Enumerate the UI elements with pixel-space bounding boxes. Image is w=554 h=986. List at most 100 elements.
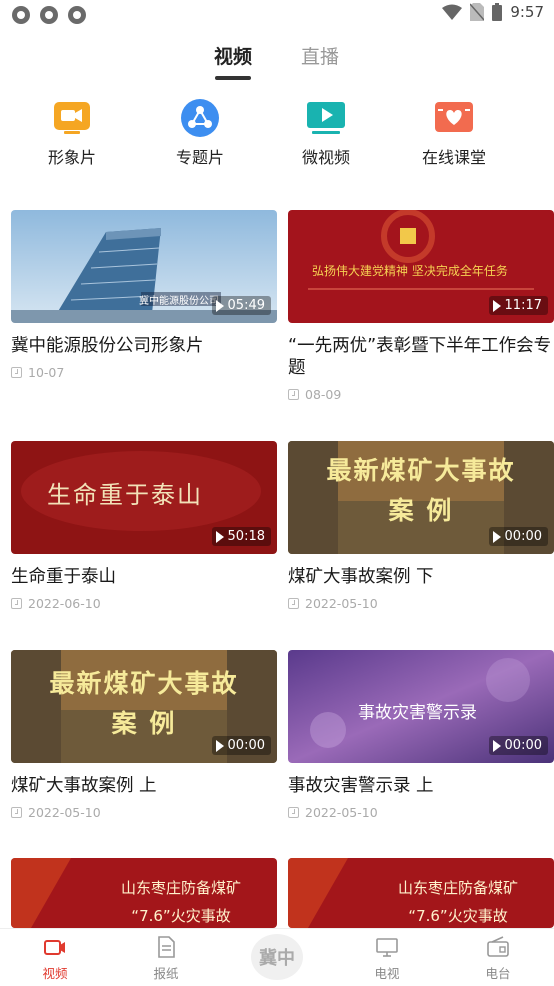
nav-label: 视频 xyxy=(42,966,68,981)
top-tab-bar: 视频 直播 xyxy=(0,36,554,86)
tab-live[interactable]: 直播 xyxy=(301,42,339,69)
video-card[interactable]: 冀中能源股份公司 05:49 冀中能源股份公司形象片 10-07 xyxy=(11,210,277,380)
video-date: 2022-05-10 xyxy=(288,596,554,611)
video-date: 08-09 xyxy=(288,387,554,402)
nav-label: 电视 xyxy=(374,966,400,981)
thumbnail-caption: 最新煤矿大事故 案 例 xyxy=(326,456,516,525)
battery-icon xyxy=(492,3,503,21)
calendar-icon xyxy=(288,389,299,400)
date-text: 2022-05-10 xyxy=(28,805,101,820)
duration-badge: 11:17 xyxy=(488,296,548,315)
app-notification-icon xyxy=(40,6,58,24)
play-icon xyxy=(492,299,501,312)
video-thumbnail[interactable]: 山东枣庄防备煤矿 “7.6”火灾事故 xyxy=(11,858,277,928)
video-date: 2022-05-10 xyxy=(11,805,277,820)
video-card[interactable]: 弘扬伟大建党精神 坚决完成全年任务 11:17 “一先两优”表彰暨下半年工作会专… xyxy=(288,210,554,402)
app-notification-icon xyxy=(12,6,30,24)
thumbnail-caption: 生命重于泰山 xyxy=(47,481,203,509)
video-card[interactable]: 山东枣庄防备煤矿 “7.6”火灾事故 xyxy=(11,858,277,928)
tab-video[interactable]: 视频 xyxy=(214,42,252,69)
video-title[interactable]: 生命重于泰山 xyxy=(11,566,277,588)
category-row: 形象片 专题片 微视频 在线课堂 xyxy=(0,98,554,168)
video-date: 10-07 xyxy=(11,365,277,380)
date-text: 2022-06-10 xyxy=(28,596,101,611)
thumbnail-caption: 弘扬伟大建党精神 坚决完成全年任务 xyxy=(312,264,508,278)
category-label: 微视频 xyxy=(301,148,350,167)
date-text: 2022-05-10 xyxy=(305,596,378,611)
nav-tv[interactable]: 电视 xyxy=(352,935,422,982)
video-title[interactable]: “一先两优”表彰暨下半年工作会专题 xyxy=(288,335,554,379)
video-date: 2022-05-10 xyxy=(288,805,554,820)
camera-icon xyxy=(54,102,90,134)
duration-text: 05:49 xyxy=(227,298,265,313)
play-icon xyxy=(492,530,501,543)
category-label: 形象片 xyxy=(47,148,96,167)
thumbnail-caption: 事故灾害警示录 xyxy=(358,703,477,723)
video-title[interactable]: 冀中能源股份公司形象片 xyxy=(11,335,277,357)
video-card[interactable]: 最新煤矿大事故 案 例 00:00 煤矿大事故案例 下 2022-05-10 xyxy=(288,441,554,611)
video-thumbnail[interactable]: 最新煤矿大事故 案 例 00:00 xyxy=(288,441,554,554)
active-tab-indicator xyxy=(215,76,251,80)
video-card[interactable]: 最新煤矿大事故 案 例 00:00 煤矿大事故案例 上 2022-05-10 xyxy=(11,650,277,820)
nav-newspaper[interactable]: 报纸 xyxy=(131,935,201,982)
clock-time: 9:57 xyxy=(510,3,544,21)
video-thumbnail[interactable]: 事故灾害警示录 00:00 xyxy=(288,650,554,763)
duration-text: 00:00 xyxy=(504,529,542,544)
video-thumbnail[interactable]: 弘扬伟大建党精神 坚决完成全年任务 11:17 xyxy=(288,210,554,323)
calendar-icon xyxy=(288,807,299,818)
video-title[interactable]: 煤矿大事故案例 下 xyxy=(288,566,554,588)
bottom-navigation: 视频 报纸 冀中 电视 电台 xyxy=(0,928,554,986)
video-title[interactable]: 煤矿大事故案例 上 xyxy=(11,775,277,797)
nav-label: 报纸 xyxy=(153,966,179,981)
video-thumbnail[interactable]: 生命重于泰山 50:18 xyxy=(11,441,277,554)
date-text: 08-09 xyxy=(305,387,342,402)
date-text: 10-07 xyxy=(28,365,65,380)
app-notification-icon xyxy=(68,6,86,24)
duration-badge: 50:18 xyxy=(211,527,271,546)
nav-radio[interactable]: 电台 xyxy=(463,935,533,982)
play-icon xyxy=(215,739,224,752)
nav-video[interactable]: 视频 xyxy=(20,935,90,982)
duration-text: 00:00 xyxy=(227,738,265,753)
share-circle-icon xyxy=(181,99,219,137)
newspaper-icon xyxy=(158,936,175,958)
calendar-icon xyxy=(11,367,22,378)
duration-text: 50:18 xyxy=(227,529,265,544)
tv-icon xyxy=(376,938,398,957)
date-text: 2022-05-10 xyxy=(305,805,378,820)
home-badge[interactable]: 冀中 xyxy=(251,934,303,980)
wifi-icon xyxy=(442,4,463,20)
video-date: 2022-06-10 xyxy=(11,596,277,611)
video-title[interactable]: 事故灾害警示录 上 xyxy=(288,775,554,797)
category-promo-film[interactable]: 形象片 xyxy=(22,98,122,168)
notification-icons xyxy=(12,6,86,24)
calendar-icon xyxy=(11,598,22,609)
video-thumbnail[interactable]: 山东枣庄防备煤矿 “7.6”火灾事故 xyxy=(288,858,554,928)
thumbnail-caption: 最新煤矿大事故 案 例 xyxy=(49,669,239,738)
nav-label: 电台 xyxy=(485,966,511,981)
video-card[interactable]: 生命重于泰山 50:18 生命重于泰山 2022-06-10 xyxy=(11,441,277,611)
play-icon xyxy=(215,299,224,312)
category-label: 在线课堂 xyxy=(421,148,486,167)
category-feature-film[interactable]: 专题片 xyxy=(150,98,250,168)
play-icon xyxy=(215,530,224,543)
calendar-icon xyxy=(288,598,299,609)
duration-badge: 00:00 xyxy=(211,736,271,755)
heart-board-icon xyxy=(435,102,473,132)
no-sim-icon xyxy=(470,3,485,21)
category-online-class[interactable]: 在线课堂 xyxy=(404,98,504,168)
calendar-icon xyxy=(11,807,22,818)
video-card[interactable]: 事故灾害警示录 00:00 事故灾害警示录 上 2022-05-10 xyxy=(288,650,554,820)
video-card[interactable]: 山东枣庄防备煤矿 “7.6”火灾事故 xyxy=(288,858,554,928)
category-micro-video[interactable]: 微视频 xyxy=(276,98,376,168)
thumbnail-caption: 冀中能源股份公司 xyxy=(139,296,219,307)
duration-badge: 05:49 xyxy=(211,296,271,315)
duration-badge: 00:00 xyxy=(488,527,548,546)
radio-icon xyxy=(487,936,509,957)
duration-badge: 00:00 xyxy=(488,736,548,755)
video-thumbnail[interactable]: 最新煤矿大事故 案 例 00:00 xyxy=(11,650,277,763)
duration-text: 00:00 xyxy=(504,738,542,753)
video-thumbnail[interactable]: 冀中能源股份公司 05:49 xyxy=(11,210,277,323)
status-bar: 9:57 xyxy=(0,0,554,30)
video-icon xyxy=(44,940,65,955)
